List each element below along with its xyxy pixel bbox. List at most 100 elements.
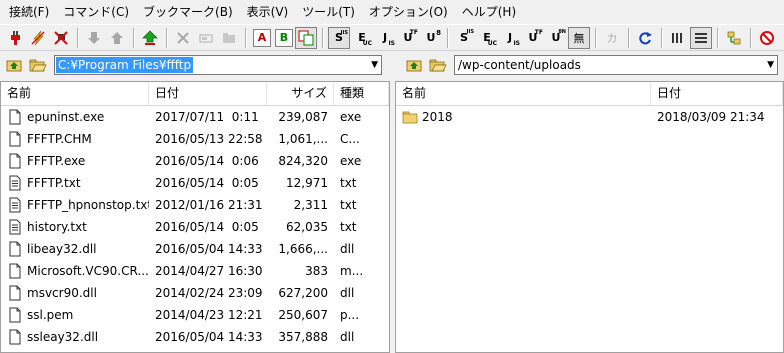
toolbar-separator xyxy=(750,27,752,48)
list-view-button[interactable] xyxy=(667,27,689,49)
file-date: 2016/05/14 0:05 xyxy=(155,176,259,190)
file-size: 824,320 xyxy=(278,154,328,168)
file-size: 627,200 xyxy=(278,286,328,300)
file-name-cell: 2018 xyxy=(396,106,651,128)
table-row[interactable]: Microsoft.VC90.CR... 2014/04/27 16:30 383 m… xyxy=(1,260,389,282)
table-row[interactable]: history.txt 2016/05/14 0:05 62,035 txt xyxy=(1,216,389,238)
local-path-combo[interactable]: C:¥Program Files¥ffftp ▼ xyxy=(54,55,382,75)
up-folder-icon xyxy=(406,60,422,72)
remote-path-value[interactable]: /wp-content/uploads xyxy=(455,56,581,74)
remote-jis-button[interactable]: J IS xyxy=(499,27,521,49)
file-type: C... xyxy=(340,132,360,146)
make-folder-button[interactable] xyxy=(218,27,240,49)
table-row[interactable]: FFFTP.txt 2016/05/14 0:05 12,971 txt xyxy=(1,172,389,194)
column-header-name[interactable]: 名前 xyxy=(1,82,149,105)
utf8-bom-button[interactable]: U8 xyxy=(420,27,442,49)
column-header-date[interactable]: 日付 xyxy=(651,82,783,105)
quick-connect-button[interactable] xyxy=(27,27,49,49)
file-date: 2017/07/11 0:11 xyxy=(155,110,259,124)
mirror-upload-button[interactable] xyxy=(139,27,161,49)
euc-button[interactable]: E UC xyxy=(351,27,373,49)
remote-euc-button[interactable]: E UC xyxy=(476,27,498,49)
ascii-mode-button[interactable]: A xyxy=(253,28,271,47)
table-row[interactable]: 2018 2018/03/09 21:34 xyxy=(396,106,783,128)
chevron-down-icon[interactable]: ▼ xyxy=(767,60,774,70)
menu-bar: 接続(F) コマンド(C) ブックマーク(B) 表示(V) ツール(T) オプシ… xyxy=(0,0,784,24)
remote-list-header: 名前 日付 xyxy=(396,82,783,106)
table-row[interactable]: FFFTP.CHM 2016/05/13 22:58 1,061,... C... xyxy=(1,128,389,150)
refresh-button[interactable] xyxy=(634,27,656,49)
remote-file-list[interactable]: 名前 日付 2018 2018/03/09 21:34 xyxy=(395,81,784,353)
file-name-cell: ssl.pem xyxy=(1,304,149,326)
sync-folder-button[interactable] xyxy=(723,27,745,49)
file-name: FFFTP.CHM xyxy=(27,132,92,146)
delete-button[interactable] xyxy=(172,27,194,49)
file-size: 1,666,... xyxy=(278,242,328,256)
menu-tools[interactable]: ツール(T) xyxy=(295,0,362,24)
utf8-button[interactable]: U TF xyxy=(397,27,419,49)
table-row[interactable]: ssleay32.dll 2016/05/04 14:33 357,888 dll xyxy=(1,326,389,348)
rename-button[interactable] xyxy=(195,27,217,49)
new-folder-icon xyxy=(223,32,235,43)
file-name-cell: msvcr90.dll xyxy=(1,282,149,304)
download-button[interactable] xyxy=(83,27,105,49)
remote-up-folder-button[interactable] xyxy=(404,55,424,75)
connect-button[interactable] xyxy=(4,27,26,49)
sjis-button[interactable]: S JIS xyxy=(328,26,350,49)
remote-rows: 2018 2018/03/09 21:34 xyxy=(396,106,783,128)
file-name: msvcr90.dll xyxy=(27,286,97,300)
file-name: epuninst.exe xyxy=(27,110,105,124)
arrow-up-icon xyxy=(111,31,123,44)
stop-button[interactable] xyxy=(756,27,778,49)
toolbar-separator xyxy=(322,27,324,48)
menu-options[interactable]: オプション(O) xyxy=(362,0,455,24)
file-size: 357,888 xyxy=(278,330,328,344)
jis-button[interactable]: J IS xyxy=(374,27,396,49)
column-header-date[interactable]: 日付 xyxy=(149,82,267,105)
toolbar-separator xyxy=(595,27,597,48)
remote-sjis-button[interactable]: S JIS xyxy=(453,27,475,49)
file-name-cell: Microsoft.VC90.CR... xyxy=(1,260,149,282)
remote-open-folder-button[interactable] xyxy=(428,55,448,75)
file-name-cell: epuninst.exe xyxy=(1,106,149,128)
file-name-cell: ssleay32.dll xyxy=(1,326,149,348)
column-header-name[interactable]: 名前 xyxy=(396,82,651,105)
table-row[interactable]: libeay32.dll 2016/05/04 14:33 1,666,... dll xyxy=(1,238,389,260)
file-icon xyxy=(7,241,23,257)
table-row[interactable]: FFFTP.exe 2016/05/14 0:06 824,320 exe xyxy=(1,150,389,172)
menu-connect[interactable]: 接続(F) xyxy=(2,0,56,24)
text-file-icon xyxy=(7,175,23,191)
local-file-list[interactable]: 名前 日付 サイズ 種類 epuninst.exe 2017/07/11 0:11… xyxy=(0,81,390,353)
menu-bookmark[interactable]: ブックマーク(B) xyxy=(136,0,240,24)
disconnect-button[interactable] xyxy=(50,27,72,49)
refresh-icon xyxy=(639,31,652,44)
menu-view[interactable]: 表示(V) xyxy=(240,0,296,24)
details-view-button[interactable] xyxy=(690,26,712,49)
toolbar-separator xyxy=(245,27,247,48)
file-icon xyxy=(7,109,23,125)
kana-convert-button[interactable]: カ xyxy=(601,27,623,49)
auto-mode-icon xyxy=(298,30,314,45)
file-type: dll xyxy=(340,242,355,256)
table-row[interactable]: ssl.pem 2014/04/23 12:21 250,607 p... xyxy=(1,304,389,326)
local-path-value[interactable]: C:¥Program Files¥ffftp xyxy=(56,57,194,73)
table-row[interactable]: FFFTP_hpnonstop.txt 2012/01/16 21:31 2,311… xyxy=(1,194,389,216)
table-row[interactable]: epuninst.exe 2017/07/11 0:11 239,087 exe xyxy=(1,106,389,128)
table-row[interactable]: msvcr90.dll 2014/02/24 23:09 627,200 dll xyxy=(1,282,389,304)
remote-utf8-button[interactable]: U TF xyxy=(522,27,544,49)
disconnect-icon xyxy=(54,30,68,45)
upload-button[interactable] xyxy=(106,27,128,49)
column-header-size[interactable]: サイズ xyxy=(267,82,334,105)
auto-mode-button[interactable] xyxy=(295,26,317,49)
local-open-folder-button[interactable] xyxy=(28,55,48,75)
binary-mode-button[interactable]: B xyxy=(275,28,293,47)
chevron-down-icon[interactable]: ▼ xyxy=(371,60,378,70)
file-date: 2016/05/14 0:06 xyxy=(155,154,259,168)
local-up-folder-button[interactable] xyxy=(4,55,24,75)
no-conversion-button[interactable]: 無 xyxy=(568,26,590,49)
menu-command[interactable]: コマンド(C) xyxy=(56,0,136,24)
menu-help[interactable]: ヘルプ(H) xyxy=(455,0,523,24)
remote-path-combo[interactable]: /wp-content/uploads ▼ xyxy=(454,55,778,75)
column-header-type[interactable]: 種類 xyxy=(334,82,389,105)
remote-utf8n-button[interactable]: U 8N xyxy=(545,27,567,49)
